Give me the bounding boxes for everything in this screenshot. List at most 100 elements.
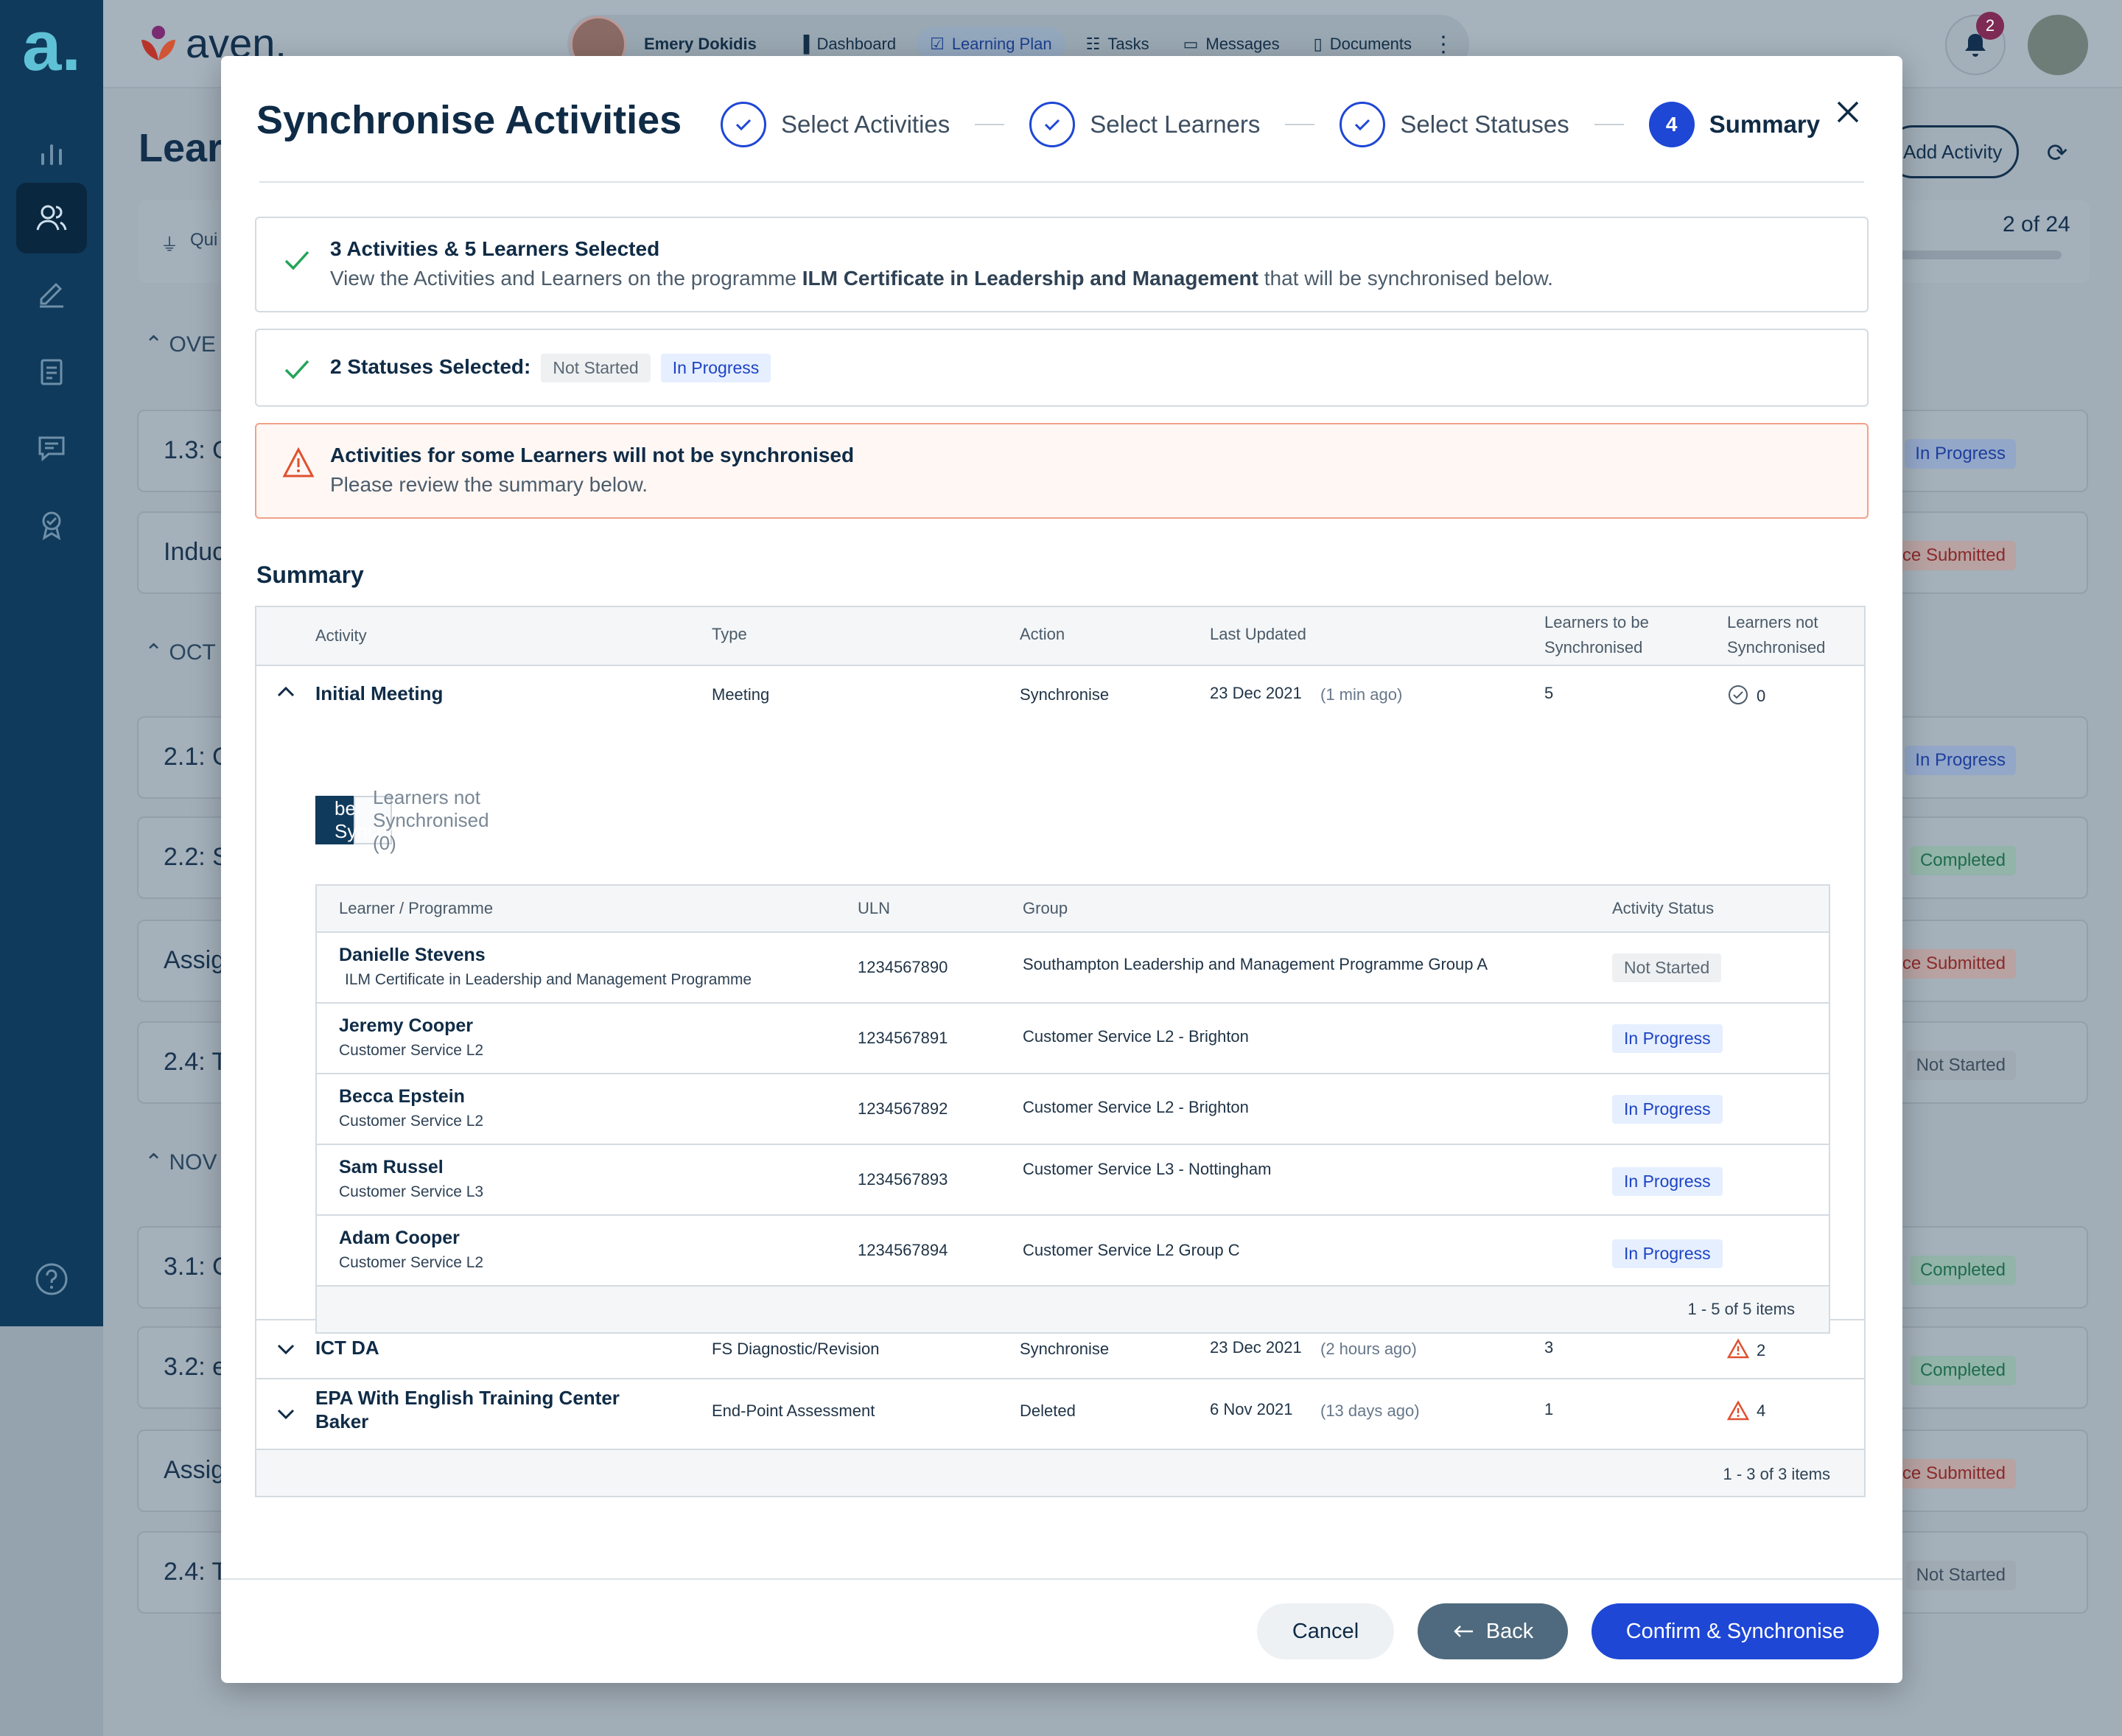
nav-label: Learning Plan	[951, 35, 1052, 53]
step-label: Select Statuses	[1400, 111, 1569, 138]
learner-programme: Customer Service L2	[339, 1042, 484, 1059]
column-header: Synchronised	[1544, 638, 1643, 657]
card-label: Assig	[164, 946, 225, 974]
footer-divider	[221, 1578, 1902, 1580]
section-label: NOV	[169, 1150, 217, 1175]
learner-name: Becca Epstein	[339, 1086, 465, 1107]
nav-label: Dashboard	[816, 35, 897, 53]
reports-nav-icon[interactable]	[16, 118, 87, 189]
back-button[interactable]: Back	[1418, 1603, 1568, 1659]
section-november[interactable]: ⌃ NOV	[144, 1149, 217, 1175]
refresh-icon[interactable]: ⟳	[2037, 133, 2078, 174]
table-row: Initial Meeting Meeting Synchronise 23 D…	[256, 666, 1864, 1334]
learner-programme: Customer Service L2	[339, 1254, 484, 1271]
step-select-learners[interactable]: Select Learners	[1029, 102, 1260, 147]
step-divider	[975, 124, 1005, 125]
chevron-up-icon[interactable]	[276, 684, 296, 699]
pagination-count: 2 of 24	[2003, 212, 2070, 237]
learner-row[interactable]: Sam Russel Customer Service L3 123456789…	[317, 1145, 1829, 1216]
not-sync-count: 2	[1757, 1341, 1766, 1359]
user-avatar[interactable]	[2028, 15, 2088, 75]
filter-icon[interactable]: ⏚	[161, 230, 178, 256]
side-rail: a.	[0, 0, 103, 1326]
warning-text: Please review the summary below.	[330, 473, 648, 496]
notifications-button[interactable]: 2	[1945, 12, 2006, 75]
learner-row[interactable]: Jeremy Cooper Customer Service L2 123456…	[317, 1004, 1829, 1074]
tab-to-be-synchronised[interactable]: Learners to be Synchronised (5)	[315, 774, 451, 865]
learner-group: Customer Service L2 Group C	[1023, 1241, 1240, 1259]
badge-nav-icon[interactable]	[16, 489, 87, 560]
button-label: Cancel	[1292, 1619, 1359, 1643]
status-badge: ce Submitted	[1891, 1459, 2016, 1488]
stepper: Select Activities Select Learners Select…	[721, 102, 1820, 147]
section-label: OCT	[169, 640, 216, 665]
status-badge: Completed	[1909, 1356, 2016, 1385]
notification-count: 2	[1976, 12, 2004, 40]
add-activity-label: Add Activity	[1903, 140, 2003, 163]
cancel-button[interactable]: Cancel	[1257, 1603, 1394, 1659]
learner-uln: 1234567893	[858, 1170, 948, 1189]
column-header: Action	[1020, 625, 1065, 643]
column-header: ULN	[858, 899, 891, 917]
summary-table: Activity Type Action Last Updated Learne…	[255, 606, 1866, 1497]
learner-uln: 1234567894	[858, 1241, 948, 1259]
tasks-icon: ☷	[1085, 35, 1101, 53]
learner-row[interactable]: Danielle Stevens ILM Certificate in Lead…	[317, 933, 1829, 1004]
column-header: Type	[712, 625, 747, 643]
card-label: Induc	[164, 538, 225, 566]
learner-programme: Customer Service L3	[339, 1183, 484, 1200]
edit-nav-icon[interactable]	[16, 258, 87, 329]
confirm-synchronise-button[interactable]: Confirm & Synchronise	[1592, 1603, 1879, 1659]
section-october[interactable]: ⌃ OCT	[144, 640, 216, 665]
more-icon[interactable]: ⋮	[1432, 32, 1454, 57]
step-label: Summary	[1709, 111, 1821, 138]
help-nav-icon[interactable]	[16, 1244, 87, 1315]
chat-nav-icon[interactable]	[16, 413, 87, 483]
activity-name-cont: Baker	[315, 1410, 369, 1432]
learners-header: Learner / Programme ULN Group Activity S…	[317, 886, 1829, 933]
column-header: Activity Status	[1612, 899, 1715, 917]
not-sync-count: 0	[1757, 687, 1766, 705]
learner-uln: 1234567892	[858, 1099, 948, 1118]
clipboard-nav-icon[interactable]	[16, 336, 87, 407]
chevron-down-icon[interactable]	[276, 1343, 296, 1357]
activity-action: Synchronise	[1020, 1340, 1110, 1358]
table-row[interactable]: EPA With English Training Center Baker E…	[256, 1379, 1864, 1450]
step-divider	[1594, 124, 1624, 125]
warning-icon	[1727, 1338, 1749, 1359]
section-label: OVE	[169, 332, 216, 357]
warning-icon	[1727, 1400, 1749, 1421]
learners-nav-icon[interactable]	[16, 183, 87, 253]
status-badge: In Progress	[1612, 1095, 1723, 1124]
check-circle-icon	[721, 102, 766, 147]
learner-row[interactable]: Becca Epstein Customer Service L2 123456…	[317, 1074, 1829, 1145]
column-header: Synchronised	[1727, 638, 1826, 657]
column-header: Group	[1023, 899, 1068, 917]
check-circle-icon	[1340, 102, 1386, 147]
status-badge: ce Submitted	[1891, 949, 2016, 979]
status-badge: In Progress	[1612, 1167, 1723, 1196]
learner-row[interactable]: Adam Cooper Customer Service L2 12345678…	[317, 1216, 1829, 1287]
quick-filter-label[interactable]: Qui	[190, 230, 217, 251]
step-select-statuses[interactable]: Select Statuses	[1340, 102, 1569, 147]
column-header: Activity	[315, 626, 367, 645]
step-select-activities[interactable]: Select Activities	[721, 102, 950, 147]
status-badge: In Progress	[1612, 1024, 1723, 1053]
step-label: Select Learners	[1090, 111, 1261, 138]
step-divider	[1285, 124, 1315, 125]
status-badge: In Progress	[1612, 1239, 1723, 1268]
chevron-down-icon[interactable]	[276, 1407, 296, 1422]
learner-programme: ILM Certificate in Leadership and Manage…	[345, 971, 752, 988]
learner-group: Customer Service L2 - Brighton	[1023, 1027, 1249, 1046]
table-header: Activity Type Action Last Updated Learne…	[256, 607, 1864, 666]
activity-type: FS Diagnostic/Revision	[712, 1340, 880, 1358]
status-badge: In Progress	[1905, 439, 2016, 469]
synchronise-modal: Synchronise Activities Select Activities…	[221, 56, 1902, 1683]
add-activity-button[interactable]: Add Activity	[1886, 125, 2019, 178]
activity-type: End-Point Assessment	[712, 1401, 875, 1420]
close-button[interactable]	[1826, 90, 1870, 134]
check-icon	[284, 360, 309, 379]
section-overview[interactable]: ⌃ OVE	[144, 332, 216, 357]
table-row[interactable]: ICT DA FS Diagnostic/Revision Synchronis…	[256, 1320, 1864, 1379]
learners-table: Learner / Programme ULN Group Activity S…	[315, 884, 1830, 1334]
